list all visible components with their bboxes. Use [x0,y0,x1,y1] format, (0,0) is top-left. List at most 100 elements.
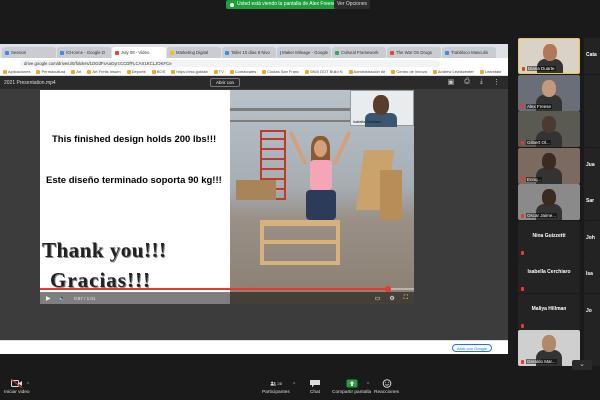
url-field[interactable]: drive.google.com/drive/u/0/folders/1DGdF… [20,59,440,67]
browser-tab[interactable]: ICHonne - Google D [57,47,111,58]
participant-tile[interactable]: Nina Guizzetti [518,220,580,257]
download-icon[interactable]: ⤓ [480,78,483,86]
bookmark-label: Comarcales [234,69,257,74]
person-jeans [306,190,336,220]
participant-tile[interactable]: Isabella Cerchiaro [518,257,580,293]
participant-tile-partial[interactable]: Sar [584,184,600,220]
start-video-button[interactable]: Iniciar video [4,379,30,395]
participant-tile[interactable]: Alex Freese [518,74,580,111]
browser-tab[interactable]: Maker Mileage - Google [277,47,331,58]
participant-tile[interactable]: Geraldo Mar... [518,330,580,366]
browser-tab[interactable]: July 08 - Video [112,47,166,58]
participant-face [542,79,556,97]
bookmark-item[interactable]: BOS [151,69,166,74]
print-icon[interactable]: ⎙ [464,78,470,86]
tab-label: July 08 - Video [121,50,150,55]
participant-tile-partial[interactable]: Jua [584,147,600,184]
tab-favicon-icon [445,50,449,55]
bookmarks-bar: Aplicaciones Permacultura Art Art Fretis In… [0,68,508,76]
participant-tile-partial[interactable] [584,74,600,111]
participant-tile-partial[interactable]: Cata [584,38,600,74]
slide-text-panel: This finished design holds 200 lbs!!! Es… [40,90,230,304]
video-progress-bar[interactable] [40,286,414,292]
bench-slat [264,240,336,244]
bookmark-item[interactable]: Deporte [126,69,146,74]
fullscreen-icon[interactable]: ⛶ [404,295,408,302]
participant-tile-partial[interactable]: Isa [584,257,600,293]
share-options-caret-icon[interactable]: ^ [367,382,369,388]
browser-tab[interactable]: Session [2,47,56,58]
open-with-button[interactable]: Abrir con [210,78,241,87]
participant-tile[interactable]: Oscar Jaime... [518,184,580,220]
comment-icon[interactable]: ▣ [448,78,455,86]
bookmark-item[interactable]: Administración de [348,69,385,74]
participants-button[interactable]: 28 Participantes [262,379,290,395]
address-bar[interactable]: drive.google.com/drive/u/0/folders/1DGdF… [0,58,508,68]
speaker-thumbnail: Isabella Cerchiaro [350,90,414,127]
open-in-google-button[interactable]: Abrir con Google [451,344,492,352]
bookmark-item[interactable]: Art [71,69,81,74]
participant-tile[interactable]: Enriq... [518,147,580,184]
participant-tile-partial[interactable] [584,111,600,147]
bookmark-label: BOS [156,69,166,74]
participant-name-label: Nina Guizzetti [532,232,566,239]
shared-screen: Session ICHonne - Google D July 08 - Video… [0,44,508,354]
participant-tile[interactable]: Diana Duarte [518,38,580,74]
bookmark-item[interactable]: Aplicaciones [3,69,30,74]
start-video-label: Iniciar video [4,390,30,395]
drive-video-viewer: 2021 Presentation.mp4 Abrir con ▣ ⎙ ⤓ ⋮ … [0,76,508,354]
participant-face [542,335,556,352]
play-icon[interactable]: ▶ [46,295,51,302]
bookmark-item[interactable]: Centro de innova [391,69,427,74]
bookmark-label: Leamtakr [484,69,502,74]
chat-button[interactable]: Chat [309,379,321,395]
participant-tile-partial[interactable]: Joh [584,220,600,257]
browser-tab[interactable]: The War On Drugs [387,47,441,58]
bookmark-item[interactable]: Permacultura [36,69,65,74]
reactions-button[interactable]: Reacciones [374,379,399,395]
browser-tab[interactable]: Marketing Digital [167,47,221,58]
participant-name-label: Diana Duarte [527,66,556,71]
bookmark-item[interactable]: Leamtakr [479,69,502,74]
video-frame[interactable]: This finished design holds 200 lbs!!! Es… [40,90,414,304]
volume-icon[interactable]: 🔈 [59,295,66,302]
participant-name-partial: Jua [586,161,595,168]
bookmark-item[interactable]: TV [213,69,224,74]
bookmark-folder-icon [36,69,41,74]
screen-share-banner[interactable]: Usted está viendo la pantalla de Alex Fr… [226,0,340,9]
workbench [236,180,276,200]
browser-tab[interactable]: Taller 10 días 8 Nivo [222,47,276,58]
participant-tile[interactable]: Gilbert Ol... [518,111,580,147]
gallery-scroll-down-icon[interactable]: ⌄ [572,360,592,370]
bookmark-item[interactable]: Ciudas San Franc [262,69,299,74]
bookmark-item[interactable]: https://ess.gobiab [171,69,208,74]
browser-tab[interactable]: Trabbloco Masculin [442,47,496,58]
participant-name-label: Alex Freese [526,103,553,109]
bookmark-item[interactable]: Art Fretis Insum [87,69,121,74]
participant-name-label: Isabella Cerchiaro [527,269,571,275]
share-screen-button[interactable]: Compartir pantalla [332,379,371,395]
participant-tile[interactable]: Maliya Hillman [518,293,580,330]
share-banner-label: Usted está viendo la pantalla de Alex Fr… [237,1,336,7]
captions-icon[interactable]: ▭ [375,295,381,302]
browser-tab[interactable]: Cultural Framework [332,47,386,58]
video-off-icon [10,379,23,388]
more-icon[interactable]: ⋮ [493,78,500,86]
settings-icon[interactable]: ⚙ [389,295,394,302]
participants-caret-icon[interactable]: ^ [293,382,295,388]
participant-name-label: Oscar Jaime... [526,213,558,218]
bookmark-folder-icon [305,69,310,74]
share-status-icon [230,2,234,7]
view-options-button[interactable]: Ver Opciones [334,0,371,9]
bookmark-item[interactable]: Comarcales [229,69,257,74]
participant-face [542,116,556,133]
bookmark-item[interactable]: 0800 DOT Build N [305,69,343,74]
participant-tile-partial[interactable]: Jo [584,293,600,330]
reactions-icon [381,379,393,388]
bookmark-folder-icon [213,69,218,74]
participant-gallery: Diana Duarte Cata Alex Freese Gilbert Ol...… [518,38,600,366]
bookmark-item[interactable]: Andrew Lewiscenter [432,69,474,74]
muted-mic-icon [521,104,524,108]
video-options-caret-icon[interactable]: ^ [27,382,29,388]
bookmark-folder-icon [348,69,353,74]
